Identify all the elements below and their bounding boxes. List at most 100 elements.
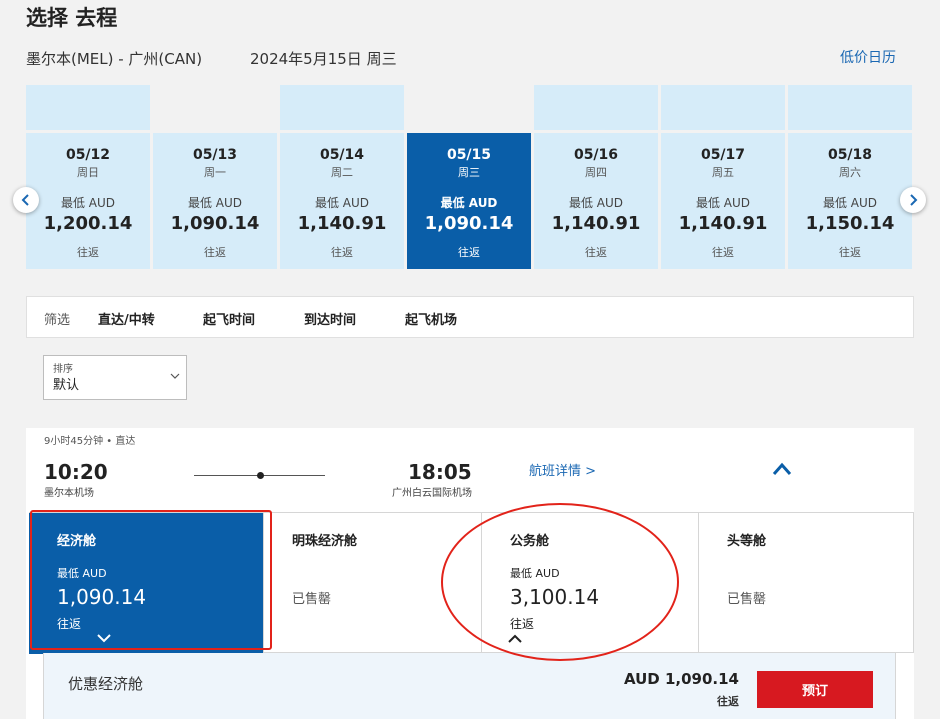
sort-select[interactable]: 排序 默认 — [43, 355, 187, 400]
cabin-lowest-label: 最低 AUD — [57, 567, 107, 580]
weekday-label: 周二 — [331, 166, 353, 179]
weekday-label: 周日 — [77, 166, 99, 179]
filter-arrival-time[interactable]: 到达时间 — [304, 309, 356, 328]
trip-type: 往返 — [204, 246, 226, 259]
flight-card: 9小时45分钟 • 直达 10:20 墨尔本机场 18:05 广州白云国际机场 … — [26, 428, 914, 719]
cabin-name: 明珠经济舱 — [292, 534, 358, 549]
sort-value: 默认 — [53, 378, 80, 393]
trip-type: 往返 — [839, 246, 861, 259]
chevron-down-icon — [97, 634, 111, 643]
cabin-name: 头等舱 — [727, 534, 767, 549]
trip-type: 往返 — [712, 246, 734, 259]
date-price: 1,140.91 — [551, 213, 641, 234]
date-label: 05/12 — [65, 147, 111, 163]
cabin-first[interactable]: 头等舱 已售罄 — [699, 513, 914, 654]
weekday-label: 周五 — [712, 166, 734, 179]
date-price: 1,140.91 — [297, 213, 387, 234]
cabin-pearl-economy[interactable]: 明珠经济舱 已售罄 — [264, 513, 482, 654]
lowest-label: 最低 AUD — [440, 196, 498, 210]
price-bar — [661, 85, 785, 130]
fare-row: 优惠经济舱 AUD 1,090.14 往返 预订 — [43, 653, 896, 719]
date-card-0518[interactable]: 05/18 周六 最低 AUD 1,150.14 往返 — [788, 133, 912, 269]
sold-out-label: 已售罄 — [292, 592, 332, 607]
fare-name: 优惠经济舱 — [68, 675, 144, 693]
cabin-options: 经济舱 最低 AUD 1,090.14 往返 明珠经济舱 已售罄 公务舱 最低 … — [29, 512, 914, 654]
flight-duration: 9小时45分钟 • 直达 — [44, 436, 136, 447]
chevron-up-icon[interactable] — [772, 462, 792, 476]
date-col-0517: 05/17 周五 最低 AUD 1,140.91 往返 — [661, 85, 785, 269]
next-dates-button[interactable] — [900, 187, 926, 213]
flight-details-link[interactable]: 航班详情 > — [529, 460, 596, 479]
date-card-0515-selected[interactable]: 05/15 周三 最低 AUD 1,090.14 往返 — [407, 133, 531, 269]
weekday-label: 周四 — [585, 166, 607, 179]
date-price: 1,090.14 — [424, 213, 514, 234]
date-col-0518: 05/18 周六 最低 AUD 1,150.14 往返 — [788, 85, 912, 269]
cabin-price: 3,100.14 — [510, 585, 600, 609]
cabin-name: 经济舱 — [57, 534, 97, 549]
weekday-label: 周三 — [458, 166, 480, 179]
date-text: 2024年5月15日 周三 — [250, 50, 397, 68]
filter-departure-airport[interactable]: 起飞机场 — [405, 309, 457, 328]
date-label: 05/16 — [573, 147, 619, 163]
trip-type: 往返 — [331, 246, 353, 259]
page-title: 选择 去程 — [26, 6, 118, 30]
date-strip: 05/12 周日 最低 AUD 1,200.14 往返 05/13 周一 最低 … — [26, 85, 914, 269]
date-price: 1,140.91 — [678, 213, 768, 234]
lowest-label: 最低 AUD — [187, 196, 243, 210]
date-col-0514: 05/14 周二 最低 AUD 1,140.91 往返 — [280, 85, 404, 269]
fare-trip-type: 往返 — [717, 695, 739, 708]
cabin-trip-type: 往返 — [57, 617, 82, 631]
date-price: 1,150.14 — [805, 213, 895, 234]
cabin-economy[interactable]: 经济舱 最低 AUD 1,090.14 往返 — [29, 513, 264, 654]
price-bar — [280, 85, 404, 130]
chevron-down-icon — [170, 373, 180, 379]
date-label: 05/13 — [192, 147, 238, 163]
date-card-0517[interactable]: 05/17 周五 最低 AUD 1,140.91 往返 — [661, 133, 785, 269]
date-card-0516[interactable]: 05/16 周四 最低 AUD 1,140.91 往返 — [534, 133, 658, 269]
arrival-time: 18:05 — [408, 460, 472, 484]
date-card-0512[interactable]: 05/12 周日 最低 AUD 1,200.14 往返 — [26, 133, 150, 269]
cabin-name: 公务舱 — [510, 534, 550, 549]
chevron-left-icon — [21, 194, 29, 206]
route-dot — [257, 472, 264, 479]
trip-type: 往返 — [77, 246, 99, 259]
arrival-airport: 广州白云国际机场 — [392, 488, 472, 499]
chevron-up-icon — [508, 634, 522, 643]
cabin-price: 1,090.14 — [57, 585, 147, 609]
lowest-label: 最低 AUD — [314, 196, 370, 210]
date-label: 05/15 — [446, 147, 492, 163]
price-bar — [26, 85, 150, 130]
sort-label: 排序 — [53, 364, 73, 375]
fare-price: AUD 1,090.14 — [623, 670, 739, 688]
price-bar — [788, 85, 912, 130]
date-col-0512: 05/12 周日 最低 AUD 1,200.14 往返 — [26, 85, 150, 269]
date-label: 05/14 — [319, 147, 365, 163]
trip-type: 往返 — [458, 246, 480, 259]
trip-type: 往返 — [585, 246, 607, 259]
price-bar — [534, 85, 658, 130]
date-card-0513[interactable]: 05/13 周一 最低 AUD 1,090.14 往返 — [153, 133, 277, 269]
date-label: 05/17 — [700, 147, 746, 163]
weekday-label: 周六 — [839, 166, 861, 179]
lowest-label: 最低 AUD — [822, 196, 878, 210]
departure-airport: 墨尔本机场 — [44, 488, 94, 499]
cabin-lowest-label: 最低 AUD — [510, 567, 560, 580]
lowest-label: 最低 AUD — [695, 196, 751, 210]
departure-time: 10:20 — [44, 460, 108, 484]
weekday-label: 周一 — [204, 166, 226, 179]
chevron-right-icon — [910, 194, 918, 206]
route-text: 墨尔本(MEL) - 广州(CAN) — [26, 50, 203, 68]
date-price: 1,090.14 — [170, 213, 260, 234]
low-price-calendar-link[interactable]: 低价日历 — [840, 47, 896, 67]
cabin-business[interactable]: 公务舱 最低 AUD 3,100.14 往返 — [482, 513, 699, 654]
prev-dates-button[interactable] — [13, 187, 39, 213]
filter-bar: 筛选 直达/中转 起飞时间 到达时间 起飞机场 — [26, 296, 914, 338]
book-button[interactable]: 预订 — [757, 671, 873, 708]
date-label: 05/18 — [827, 147, 873, 163]
filter-departure-time[interactable]: 起飞时间 — [203, 309, 255, 328]
date-price: 1,200.14 — [43, 213, 133, 234]
filter-direct-transfer[interactable]: 直达/中转 — [98, 309, 155, 328]
filter-label: 筛选 — [44, 313, 71, 328]
date-col-0516: 05/16 周四 最低 AUD 1,140.91 往返 — [534, 85, 658, 269]
date-card-0514[interactable]: 05/14 周二 最低 AUD 1,140.91 往返 — [280, 133, 404, 269]
